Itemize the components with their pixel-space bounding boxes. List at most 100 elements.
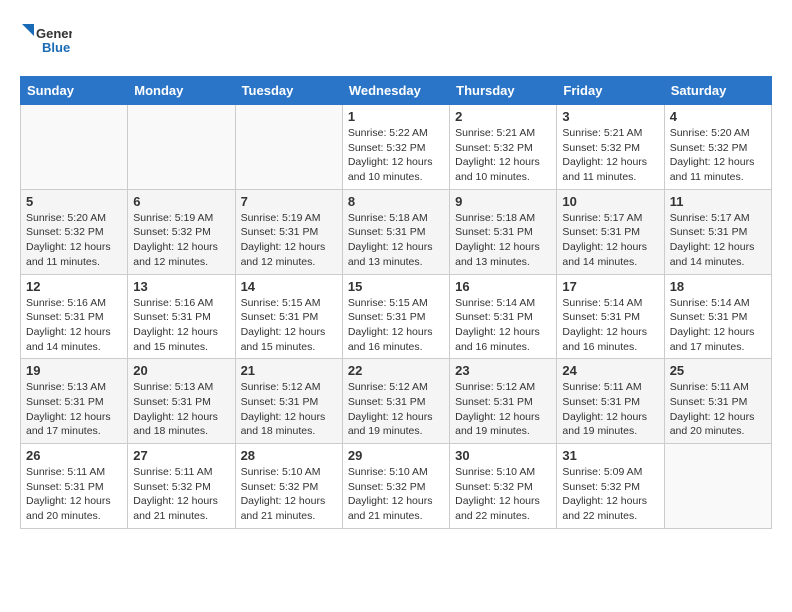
calendar-week-5: 26 Sunrise: 5:11 AM Sunset: 5:31 PM Dayli…	[21, 444, 772, 529]
day-info: Sunrise: 5:14 AM Sunset: 5:31 PM Dayligh…	[455, 296, 551, 355]
calendar-week-1: 1 Sunrise: 5:22 AM Sunset: 5:32 PM Daylig…	[21, 105, 772, 190]
day-info: Sunrise: 5:17 AM Sunset: 5:31 PM Dayligh…	[670, 211, 766, 270]
calendar-cell: 11 Sunrise: 5:17 AM Sunset: 5:31 PM Dayli…	[664, 189, 771, 274]
day-number: 30	[455, 448, 551, 463]
logo: GeneralBlue	[20, 20, 72, 60]
day-number: 23	[455, 363, 551, 378]
day-info: Sunrise: 5:12 AM Sunset: 5:31 PM Dayligh…	[241, 380, 337, 439]
calendar-cell: 16 Sunrise: 5:14 AM Sunset: 5:31 PM Dayli…	[450, 274, 557, 359]
day-number: 28	[241, 448, 337, 463]
calendar-week-4: 19 Sunrise: 5:13 AM Sunset: 5:31 PM Dayli…	[21, 359, 772, 444]
day-number: 13	[133, 279, 229, 294]
calendar-cell: 19 Sunrise: 5:13 AM Sunset: 5:31 PM Dayli…	[21, 359, 128, 444]
calendar-cell: 30 Sunrise: 5:10 AM Sunset: 5:32 PM Dayli…	[450, 444, 557, 529]
day-header-friday: Friday	[557, 77, 664, 105]
day-info: Sunrise: 5:16 AM Sunset: 5:31 PM Dayligh…	[133, 296, 229, 355]
calendar-cell: 28 Sunrise: 5:10 AM Sunset: 5:32 PM Dayli…	[235, 444, 342, 529]
calendar-cell: 8 Sunrise: 5:18 AM Sunset: 5:31 PM Daylig…	[342, 189, 449, 274]
day-number: 21	[241, 363, 337, 378]
day-number: 18	[670, 279, 766, 294]
day-info: Sunrise: 5:14 AM Sunset: 5:31 PM Dayligh…	[562, 296, 658, 355]
day-info: Sunrise: 5:11 AM Sunset: 5:31 PM Dayligh…	[670, 380, 766, 439]
day-header-wednesday: Wednesday	[342, 77, 449, 105]
day-number: 11	[670, 194, 766, 209]
calendar-week-3: 12Sunrise: 5:16 AM Sunset: 5:31 PM Dayli…	[21, 274, 772, 359]
calendar-cell: 20 Sunrise: 5:13 AM Sunset: 5:31 PM Dayli…	[128, 359, 235, 444]
calendar-cell: 13 Sunrise: 5:16 AM Sunset: 5:31 PM Dayli…	[128, 274, 235, 359]
calendar-cell: 27Sunrise: 5:11 AM Sunset: 5:32 PM Dayli…	[128, 444, 235, 529]
day-number: 6	[133, 194, 229, 209]
calendar-cell: 31 Sunrise: 5:09 AM Sunset: 5:32 PM Dayli…	[557, 444, 664, 529]
day-info: Sunrise: 5:20 AM Sunset: 5:32 PM Dayligh…	[26, 211, 122, 270]
calendar-cell: 7 Sunrise: 5:19 AM Sunset: 5:31 PM Daylig…	[235, 189, 342, 274]
day-info: Sunrise: 5:10 AM Sunset: 5:32 PM Dayligh…	[348, 465, 444, 524]
calendar-cell: 26 Sunrise: 5:11 AM Sunset: 5:31 PM Dayli…	[21, 444, 128, 529]
day-info: Sunrise: 5:17 AM Sunset: 5:31 PM Dayligh…	[562, 211, 658, 270]
day-info: Sunrise: 5:11 AM Sunset: 5:31 PM Dayligh…	[26, 465, 122, 524]
day-info: Sunrise: 5:21 AM Sunset: 5:32 PM Dayligh…	[455, 126, 551, 185]
calendar-cell	[235, 105, 342, 190]
calendar-body: 1 Sunrise: 5:22 AM Sunset: 5:32 PM Daylig…	[21, 105, 772, 529]
calendar-cell: 22 Sunrise: 5:12 AM Sunset: 5:31 PM Dayli…	[342, 359, 449, 444]
calendar-cell: 12Sunrise: 5:16 AM Sunset: 5:31 PM Dayli…	[21, 274, 128, 359]
day-info: Sunrise: 5:10 AM Sunset: 5:32 PM Dayligh…	[241, 465, 337, 524]
day-number: 26	[26, 448, 122, 463]
day-info: Sunrise: 5:13 AM Sunset: 5:31 PM Dayligh…	[133, 380, 229, 439]
day-number: 20	[133, 363, 229, 378]
calendar-cell: 3 Sunrise: 5:21 AM Sunset: 5:32 PM Daylig…	[557, 105, 664, 190]
day-number: 24	[562, 363, 658, 378]
day-info: Sunrise: 5:18 AM Sunset: 5:31 PM Dayligh…	[348, 211, 444, 270]
calendar-week-2: 5 Sunrise: 5:20 AM Sunset: 5:32 PM Daylig…	[21, 189, 772, 274]
day-info: Sunrise: 5:18 AM Sunset: 5:31 PM Dayligh…	[455, 211, 551, 270]
day-number: 5	[26, 194, 122, 209]
calendar-cell: 17Sunrise: 5:14 AM Sunset: 5:31 PM Dayli…	[557, 274, 664, 359]
day-number: 16	[455, 279, 551, 294]
day-number: 9	[455, 194, 551, 209]
calendar-cell: 6Sunrise: 5:19 AM Sunset: 5:32 PM Daylig…	[128, 189, 235, 274]
day-number: 22	[348, 363, 444, 378]
day-header-saturday: Saturday	[664, 77, 771, 105]
calendar-cell: 1 Sunrise: 5:22 AM Sunset: 5:32 PM Daylig…	[342, 105, 449, 190]
day-number: 19	[26, 363, 122, 378]
calendar-cell: 4Sunrise: 5:20 AM Sunset: 5:32 PM Daylig…	[664, 105, 771, 190]
day-number: 14	[241, 279, 337, 294]
calendar-cell: 5 Sunrise: 5:20 AM Sunset: 5:32 PM Daylig…	[21, 189, 128, 274]
day-info: Sunrise: 5:15 AM Sunset: 5:31 PM Dayligh…	[348, 296, 444, 355]
day-info: Sunrise: 5:13 AM Sunset: 5:31 PM Dayligh…	[26, 380, 122, 439]
page-header: GeneralBlue	[20, 20, 772, 60]
day-number: 7	[241, 194, 337, 209]
day-number: 3	[562, 109, 658, 124]
day-info: Sunrise: 5:19 AM Sunset: 5:31 PM Dayligh…	[241, 211, 337, 270]
svg-text:General: General	[36, 26, 72, 41]
calendar-cell	[664, 444, 771, 529]
day-header-thursday: Thursday	[450, 77, 557, 105]
day-number: 10	[562, 194, 658, 209]
calendar-cell: 25 Sunrise: 5:11 AM Sunset: 5:31 PM Dayli…	[664, 359, 771, 444]
calendar-cell: 29Sunrise: 5:10 AM Sunset: 5:32 PM Dayli…	[342, 444, 449, 529]
day-info: Sunrise: 5:12 AM Sunset: 5:31 PM Dayligh…	[455, 380, 551, 439]
calendar-header-row: SundayMondayTuesdayWednesdayThursdayFrid…	[21, 77, 772, 105]
day-number: 1	[348, 109, 444, 124]
calendar-cell: 24 Sunrise: 5:11 AM Sunset: 5:31 PM Dayli…	[557, 359, 664, 444]
day-info: Sunrise: 5:09 AM Sunset: 5:32 PM Dayligh…	[562, 465, 658, 524]
day-info: Sunrise: 5:10 AM Sunset: 5:32 PM Dayligh…	[455, 465, 551, 524]
day-info: Sunrise: 5:12 AM Sunset: 5:31 PM Dayligh…	[348, 380, 444, 439]
calendar-table: SundayMondayTuesdayWednesdayThursdayFrid…	[20, 76, 772, 529]
calendar-cell: 15 Sunrise: 5:15 AM Sunset: 5:31 PM Dayli…	[342, 274, 449, 359]
day-info: Sunrise: 5:15 AM Sunset: 5:31 PM Dayligh…	[241, 296, 337, 355]
day-info: Sunrise: 5:21 AM Sunset: 5:32 PM Dayligh…	[562, 126, 658, 185]
calendar-cell: 14 Sunrise: 5:15 AM Sunset: 5:31 PM Dayli…	[235, 274, 342, 359]
day-header-monday: Monday	[128, 77, 235, 105]
day-info: Sunrise: 5:16 AM Sunset: 5:31 PM Dayligh…	[26, 296, 122, 355]
day-info: Sunrise: 5:22 AM Sunset: 5:32 PM Dayligh…	[348, 126, 444, 185]
day-number: 25	[670, 363, 766, 378]
day-number: 15	[348, 279, 444, 294]
logo-icon: GeneralBlue	[20, 20, 72, 60]
day-info: Sunrise: 5:20 AM Sunset: 5:32 PM Dayligh…	[670, 126, 766, 185]
calendar-cell: 2Sunrise: 5:21 AM Sunset: 5:32 PM Daylig…	[450, 105, 557, 190]
day-info: Sunrise: 5:14 AM Sunset: 5:31 PM Dayligh…	[670, 296, 766, 355]
day-number: 8	[348, 194, 444, 209]
day-info: Sunrise: 5:11 AM Sunset: 5:32 PM Dayligh…	[133, 465, 229, 524]
day-number: 31	[562, 448, 658, 463]
day-info: Sunrise: 5:11 AM Sunset: 5:31 PM Dayligh…	[562, 380, 658, 439]
